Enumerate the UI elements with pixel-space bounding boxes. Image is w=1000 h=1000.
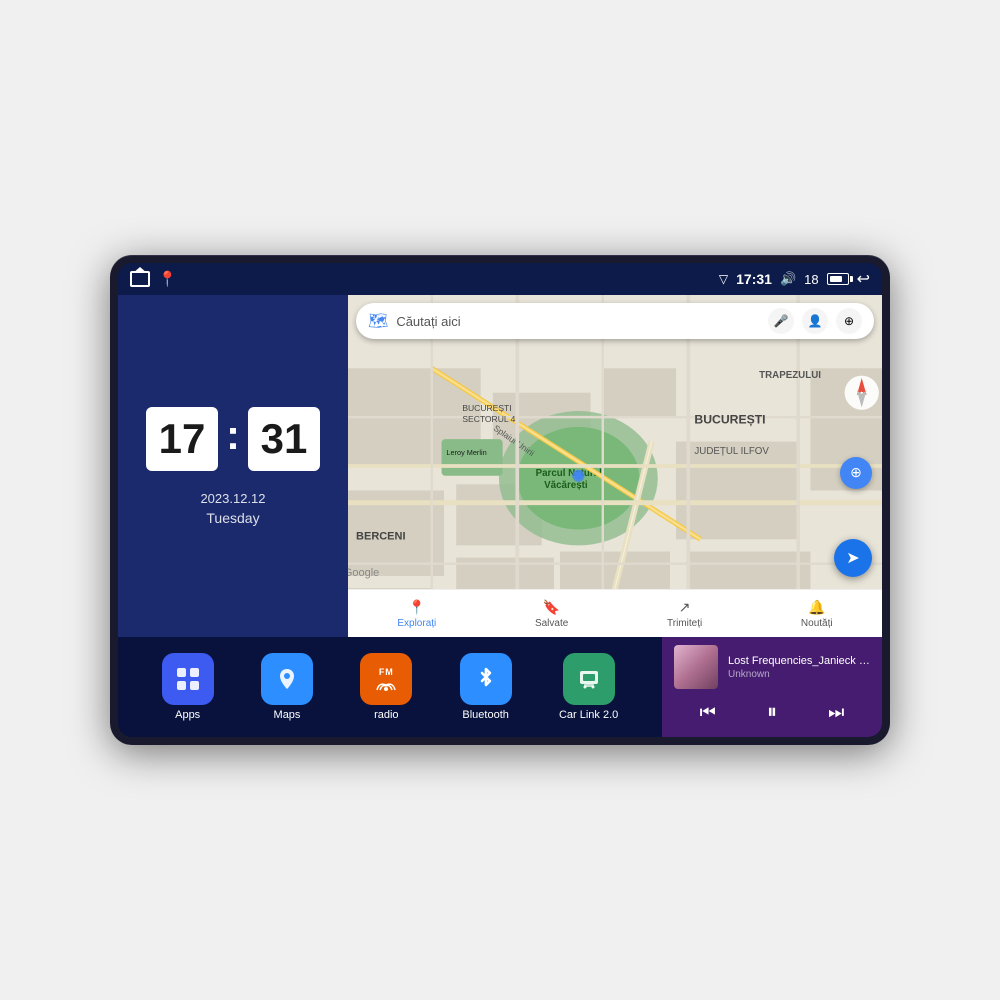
- map-panel[interactable]: Parcul Natural Văcărești Leroy Merlin Sp…: [348, 295, 882, 637]
- status-right: ▽ 17:31 🔊 18 ↩: [719, 269, 870, 289]
- svg-text:Văcărești: Văcărești: [544, 480, 588, 491]
- account-button[interactable]: 👤: [802, 308, 828, 334]
- map-right-icons: 🎤 👤 ⊕: [768, 308, 862, 334]
- day-value: Tuesday: [200, 510, 265, 526]
- radio-label: radio: [374, 709, 398, 721]
- main-content: 17 : 31 2023.12.12 Tuesday: [118, 295, 882, 737]
- svg-text:BERCENI: BERCENI: [356, 530, 405, 542]
- battery-icon: [827, 273, 849, 285]
- clock-display: 17 : 31: [146, 407, 320, 471]
- home-icon[interactable]: [130, 271, 150, 287]
- google-pin-icon: 🗺: [368, 311, 388, 331]
- svg-text:Google: Google: [348, 567, 379, 579]
- bluetooth-svg: [474, 665, 498, 693]
- map-nav-share[interactable]: ↗ Trimiteți: [667, 599, 702, 629]
- apps-icon: [162, 653, 214, 705]
- bluetooth-label: Bluetooth: [462, 709, 508, 721]
- saved-label: Salvate: [535, 618, 568, 629]
- voice-search-button[interactable]: 🎤: [768, 308, 794, 334]
- date-display: 2023.12.12 Tuesday: [200, 491, 265, 526]
- car-head-unit: 📍 ▽ 17:31 🔊 18 ↩ 17 :: [110, 255, 890, 745]
- map-nav-saved[interactable]: 🔖 Salvate: [535, 599, 568, 629]
- saved-icon: 🔖: [543, 599, 560, 616]
- location-icon: ▽: [719, 272, 728, 286]
- top-section: 17 : 31 2023.12.12 Tuesday: [118, 295, 882, 637]
- svg-text:TRAPEZULUI: TRAPEZULUI: [759, 370, 821, 381]
- app-item-maps[interactable]: Maps: [261, 653, 313, 721]
- maps-shortcut-icon[interactable]: 📍: [158, 270, 177, 288]
- volume-icon[interactable]: 🔊: [780, 271, 796, 287]
- bluetooth-icon: [460, 653, 512, 705]
- share-label: Trimiteți: [667, 618, 702, 629]
- music-artist: Unknown: [728, 669, 870, 680]
- clock-panel: 17 : 31 2023.12.12 Tuesday: [118, 295, 348, 637]
- apps-row: Apps Maps FM: [118, 637, 662, 737]
- back-button[interactable]: ↩: [857, 269, 870, 289]
- svg-text:BUCUREȘTI: BUCUREȘTI: [462, 403, 511, 413]
- music-thumbnail: [674, 645, 718, 689]
- status-left: 📍: [130, 270, 177, 288]
- prev-button[interactable]: ⏮: [696, 698, 720, 727]
- apps-label: Apps: [175, 709, 200, 721]
- explore-icon: 📍: [408, 599, 425, 616]
- play-pause-button[interactable]: ⏸: [763, 697, 781, 728]
- location-button[interactable]: ⊕: [840, 457, 872, 489]
- screen: 📍 ▽ 17:31 🔊 18 ↩ 17 :: [118, 263, 882, 737]
- carlink-label: Car Link 2.0: [559, 709, 618, 721]
- svg-text:SECTORUL 4: SECTORUL 4: [462, 414, 515, 424]
- carlink-icon: [563, 653, 615, 705]
- music-top: Lost Frequencies_Janieck Devy-... Unknow…: [674, 645, 870, 689]
- app-item-carlink[interactable]: Car Link 2.0: [559, 653, 618, 721]
- map-svg: Parcul Natural Văcărești Leroy Merlin Sp…: [348, 295, 882, 637]
- share-icon: ↗: [679, 599, 691, 616]
- maps-icon: [261, 653, 313, 705]
- directions-button[interactable]: ➤: [834, 539, 872, 577]
- search-input-text[interactable]: Căutați aici: [396, 314, 760, 329]
- svg-text:Leroy Merlin: Leroy Merlin: [446, 448, 486, 457]
- maps-svg: [273, 665, 301, 693]
- volume-level: 18: [804, 272, 818, 287]
- music-info: Lost Frequencies_Janieck Devy-... Unknow…: [728, 655, 870, 680]
- app-item-bluetooth[interactable]: Bluetooth: [460, 653, 512, 721]
- layers-button[interactable]: ⊕: [836, 308, 862, 334]
- carlink-svg: [575, 665, 603, 693]
- news-icon: 🔔: [808, 599, 825, 616]
- radio-waves-svg: [375, 678, 397, 692]
- clock-hours: 17: [146, 407, 218, 471]
- music-panel: Lost Frequencies_Janieck Devy-... Unknow…: [662, 637, 882, 737]
- status-bar: 📍 ▽ 17:31 🔊 18 ↩: [118, 263, 882, 295]
- clock-minutes: 31: [248, 407, 320, 471]
- explore-label: Explorați: [397, 618, 436, 629]
- clock-separator: :: [226, 411, 240, 459]
- app-item-apps[interactable]: Apps: [162, 653, 214, 721]
- next-button[interactable]: ⏭: [824, 698, 848, 727]
- map-nav-explore[interactable]: 📍 Explorați: [397, 599, 436, 629]
- map-search-bar[interactable]: 🗺 Căutați aici 🎤 👤 ⊕: [356, 303, 874, 339]
- music-thumbnail-img: [674, 645, 718, 689]
- bottom-section: Apps Maps FM: [118, 637, 882, 737]
- music-title: Lost Frequencies_Janieck Devy-...: [728, 655, 870, 667]
- time-display: 17:31: [736, 271, 772, 287]
- map-nav-news[interactable]: 🔔 Noutăți: [801, 599, 833, 629]
- apps-svg: [174, 665, 202, 693]
- maps-label: Maps: [274, 709, 301, 721]
- svg-text:JUDEȚUL ILFOV: JUDEȚUL ILFOV: [694, 446, 769, 457]
- date-value: 2023.12.12: [200, 491, 265, 506]
- radio-icon: FM: [360, 653, 412, 705]
- app-item-radio[interactable]: FM radio: [360, 653, 412, 721]
- music-controls: ⏮ ⏸ ⏭: [674, 697, 870, 728]
- svg-text:BUCUREȘTI: BUCUREȘTI: [694, 412, 765, 426]
- news-label: Noutăți: [801, 618, 833, 629]
- map-bottom-nav: 📍 Explorați 🔖 Salvate ↗ Trimiteți 🔔: [348, 589, 882, 637]
